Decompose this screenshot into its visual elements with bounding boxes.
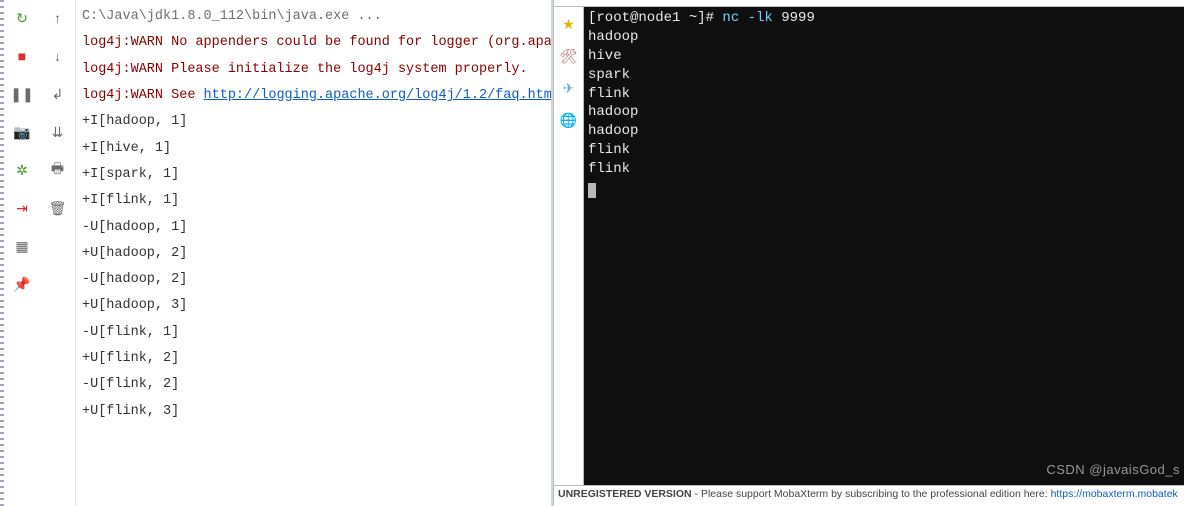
ide-console-pane: ↻ ■ ❚❚ 📷 ✲ ⇥ ▦ 📌 ↑ ↓ ↲ ⇊ 🖶 🗑 C:\Java\jdk1.8.0_112\bi… xyxy=(4,0,553,506)
tools-icon[interactable]: 🛠 xyxy=(558,45,580,67)
stop-icon[interactable]: ■ xyxy=(10,44,34,68)
console-output-line: +I[flink, 1] xyxy=(82,188,545,214)
console-output-line: -U[flink, 2] xyxy=(82,372,545,398)
ide-console-output[interactable]: C:\Java\jdk1.8.0_112\bin\java.exe ... lo… xyxy=(76,0,551,506)
unregistered-text: - Please support MobaXterm by subscribin… xyxy=(692,488,1051,500)
console-output-line: +U[hadoop, 3] xyxy=(82,293,545,319)
layout-icon[interactable]: ▦ xyxy=(10,234,34,258)
pin-icon[interactable]: 📌 xyxy=(10,272,34,296)
console-output-line: +I[hadoop, 1] xyxy=(82,109,545,135)
console-output-lines: +I[hadoop, 1]+I[hive, 1]+I[spark, 1]+I[f… xyxy=(82,109,545,425)
terminal-cmd: nc -lk xyxy=(722,10,772,26)
mobaxterm-unregistered-bar: UNREGISTERED VERSION - Please support Mo… xyxy=(554,485,1184,506)
log4j-faq-link[interactable]: http://logging.apache.org/log4j/1.2/faq.… xyxy=(204,88,551,103)
print-icon[interactable]: 🖶 xyxy=(46,158,70,182)
globe-icon[interactable]: 🌐 xyxy=(558,109,580,131)
console-output-line: +U[flink, 2] xyxy=(82,346,545,372)
terminal-prompt-line: [root@node1 ~]# nc -lk 9999 xyxy=(588,9,1180,28)
terminal-line: flink xyxy=(588,141,1180,160)
mobaxterm-sidebar: ★ 🛠 ✈ 🌐 xyxy=(554,7,584,485)
down-arrow-icon[interactable]: ↓ xyxy=(46,44,70,68)
console-output-line: +I[hive, 1] xyxy=(82,136,545,162)
ide-tool-column-2: ↑ ↓ ↲ ⇊ 🖶 🗑 xyxy=(40,0,76,506)
ide-tool-column-1: ↻ ■ ❚❚ 📷 ✲ ⇥ ▦ 📌 xyxy=(4,0,40,506)
pause-icon[interactable]: ❚❚ xyxy=(10,82,34,106)
mobaxterm-pane: ★🛠✈🌐 [root@node1 ~]# nc -lk 9999 hadooph… xyxy=(553,0,1184,506)
terminal-cursor xyxy=(588,183,596,198)
terminal-input-lines: hadoophivesparkflinkhadoophadoopflinkfli… xyxy=(588,28,1180,179)
send-icon[interactable]: ✈ xyxy=(558,77,580,99)
mobaxterm-top-strip xyxy=(554,0,1184,7)
console-cmdline: C:\Java\jdk1.8.0_112\bin\java.exe ... xyxy=(82,4,545,30)
console-warn-3-prefix: log4j:WARN See xyxy=(82,88,204,103)
app-root: ↻ ■ ❚❚ 📷 ✲ ⇥ ▦ 📌 ↑ ↓ ↲ ⇊ 🖶 🗑 C:\Java\jdk1.8.0_112\bi… xyxy=(0,0,1184,506)
exit-icon[interactable]: ⇥ xyxy=(10,196,34,220)
console-output-line: -U[flink, 1] xyxy=(82,320,545,346)
bug-icon[interactable]: ✲ xyxy=(10,158,34,182)
soft-wrap-icon[interactable]: ↲ xyxy=(46,82,70,106)
star-icon[interactable]: ★ xyxy=(558,13,580,35)
terminal-line: hive xyxy=(588,47,1180,66)
terminal-line: flink xyxy=(588,160,1180,179)
csdn-watermark: CSDN @javaisGod_s xyxy=(1046,461,1180,479)
mobaxterm-pro-link[interactable]: https://mobaxterm.mobatek xyxy=(1051,488,1178,500)
scroll-end-icon[interactable]: ⇊ xyxy=(46,120,70,144)
terminal-line: hadoop xyxy=(588,122,1180,141)
up-arrow-icon[interactable]: ↑ xyxy=(46,6,70,30)
camera-icon[interactable]: 📷 xyxy=(10,120,34,144)
console-warn-1: log4j:WARN No appenders could be found f… xyxy=(82,30,545,56)
rerun-icon[interactable]: ↻ xyxy=(10,6,34,30)
terminal-line: spark xyxy=(588,66,1180,85)
terminal-arg: 9999 xyxy=(773,10,815,26)
unregistered-label: UNREGISTERED VERSION xyxy=(558,488,692,500)
console-output-line: +I[spark, 1] xyxy=(82,162,545,188)
terminal-line: hadoop xyxy=(588,103,1180,122)
console-warn-3: log4j:WARN See http://logging.apache.org… xyxy=(82,83,545,109)
terminal-prompt: [root@node1 ~]# xyxy=(588,10,722,26)
console-output-line: +U[flink, 3] xyxy=(82,399,545,425)
console-output-line: -U[hadoop, 1] xyxy=(82,215,545,241)
console-warn-2: log4j:WARN Please initialize the log4j s… xyxy=(82,57,545,83)
console-output-line: +U[hadoop, 2] xyxy=(82,241,545,267)
mobaxterm-body: ★🛠✈🌐 [root@node1 ~]# nc -lk 9999 hadooph… xyxy=(554,7,1184,485)
terminal-cursor-line xyxy=(588,179,1180,198)
trash-icon[interactable]: 🗑 xyxy=(46,196,70,220)
terminal-line: hadoop xyxy=(588,28,1180,47)
terminal[interactable]: [root@node1 ~]# nc -lk 9999 hadoophivesp… xyxy=(584,7,1184,485)
console-output-line: -U[hadoop, 2] xyxy=(82,267,545,293)
terminal-line: flink xyxy=(588,85,1180,104)
